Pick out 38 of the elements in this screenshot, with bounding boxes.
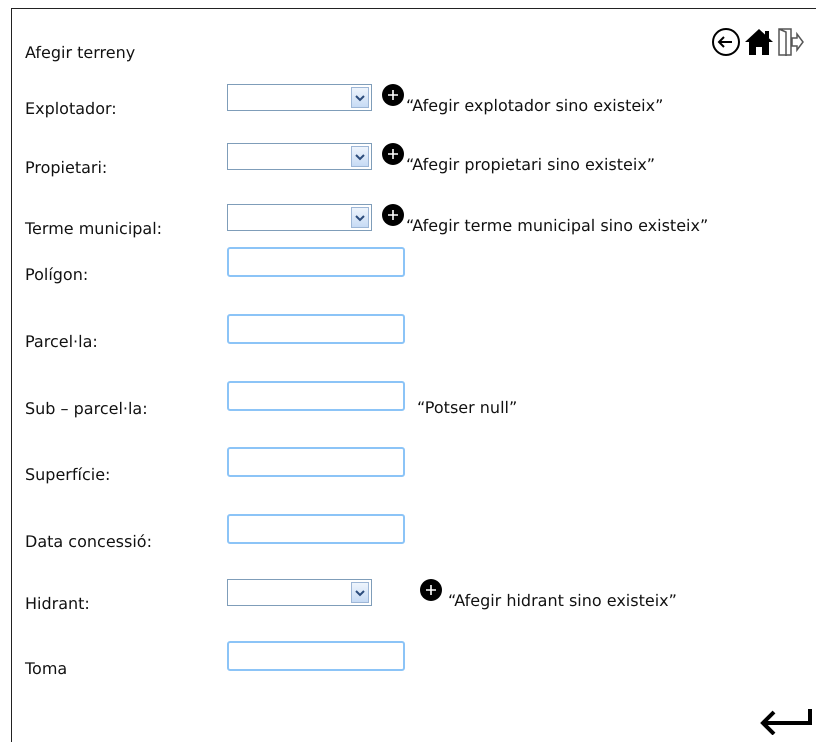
hint-text: “Afegir explotador sino existeix”: [406, 96, 664, 115]
add-icon[interactable]: [382, 84, 404, 106]
hint-text: “Afegir hidrant sino existeix”: [448, 591, 677, 610]
field-label: Data concessió:: [25, 532, 153, 551]
field-label: Polígon:: [25, 265, 90, 284]
enter-icon[interactable]: [760, 707, 812, 735]
exit-icon[interactable]: [777, 27, 804, 57]
dropdown[interactable]: [227, 579, 372, 606]
chevron-down-icon: [355, 588, 365, 596]
chevron-down-icon: [355, 94, 365, 102]
back-icon[interactable]: [711, 27, 741, 57]
chevron-down-icon: [355, 152, 365, 160]
field-label: Propietari:: [25, 158, 108, 177]
chevron-down-icon: [355, 214, 365, 222]
input-field[interactable]: [227, 247, 405, 277]
home-icon[interactable]: [744, 28, 774, 56]
field-label: Parcel·la:: [25, 332, 99, 351]
input-field[interactable]: [227, 381, 405, 411]
field-label: Sub – parcel·la:: [25, 399, 149, 418]
field-label: Terme municipal:: [25, 219, 164, 238]
field-label: Hidrant:: [25, 594, 91, 613]
field-label: Toma: [25, 659, 68, 678]
input-field[interactable]: [227, 514, 405, 544]
note-text: “Potser null”: [417, 398, 518, 417]
add-icon[interactable]: [420, 579, 442, 601]
dropdown[interactable]: [227, 204, 372, 231]
input-field[interactable]: [227, 314, 405, 344]
hint-text: “Afegir propietari sino existeix”: [406, 155, 656, 174]
add-icon[interactable]: [382, 204, 404, 226]
dropdown[interactable]: [227, 143, 372, 170]
field-label: Explotador:: [25, 99, 118, 118]
page-title: Afegir terreny: [25, 43, 136, 62]
input-field[interactable]: [227, 641, 405, 671]
dropdown[interactable]: [227, 84, 372, 111]
hint-text: “Afegir terme municipal sino existeix”: [406, 216, 708, 235]
add-icon[interactable]: [382, 143, 404, 165]
input-field[interactable]: [227, 447, 405, 477]
field-label: Superfície:: [25, 465, 112, 484]
